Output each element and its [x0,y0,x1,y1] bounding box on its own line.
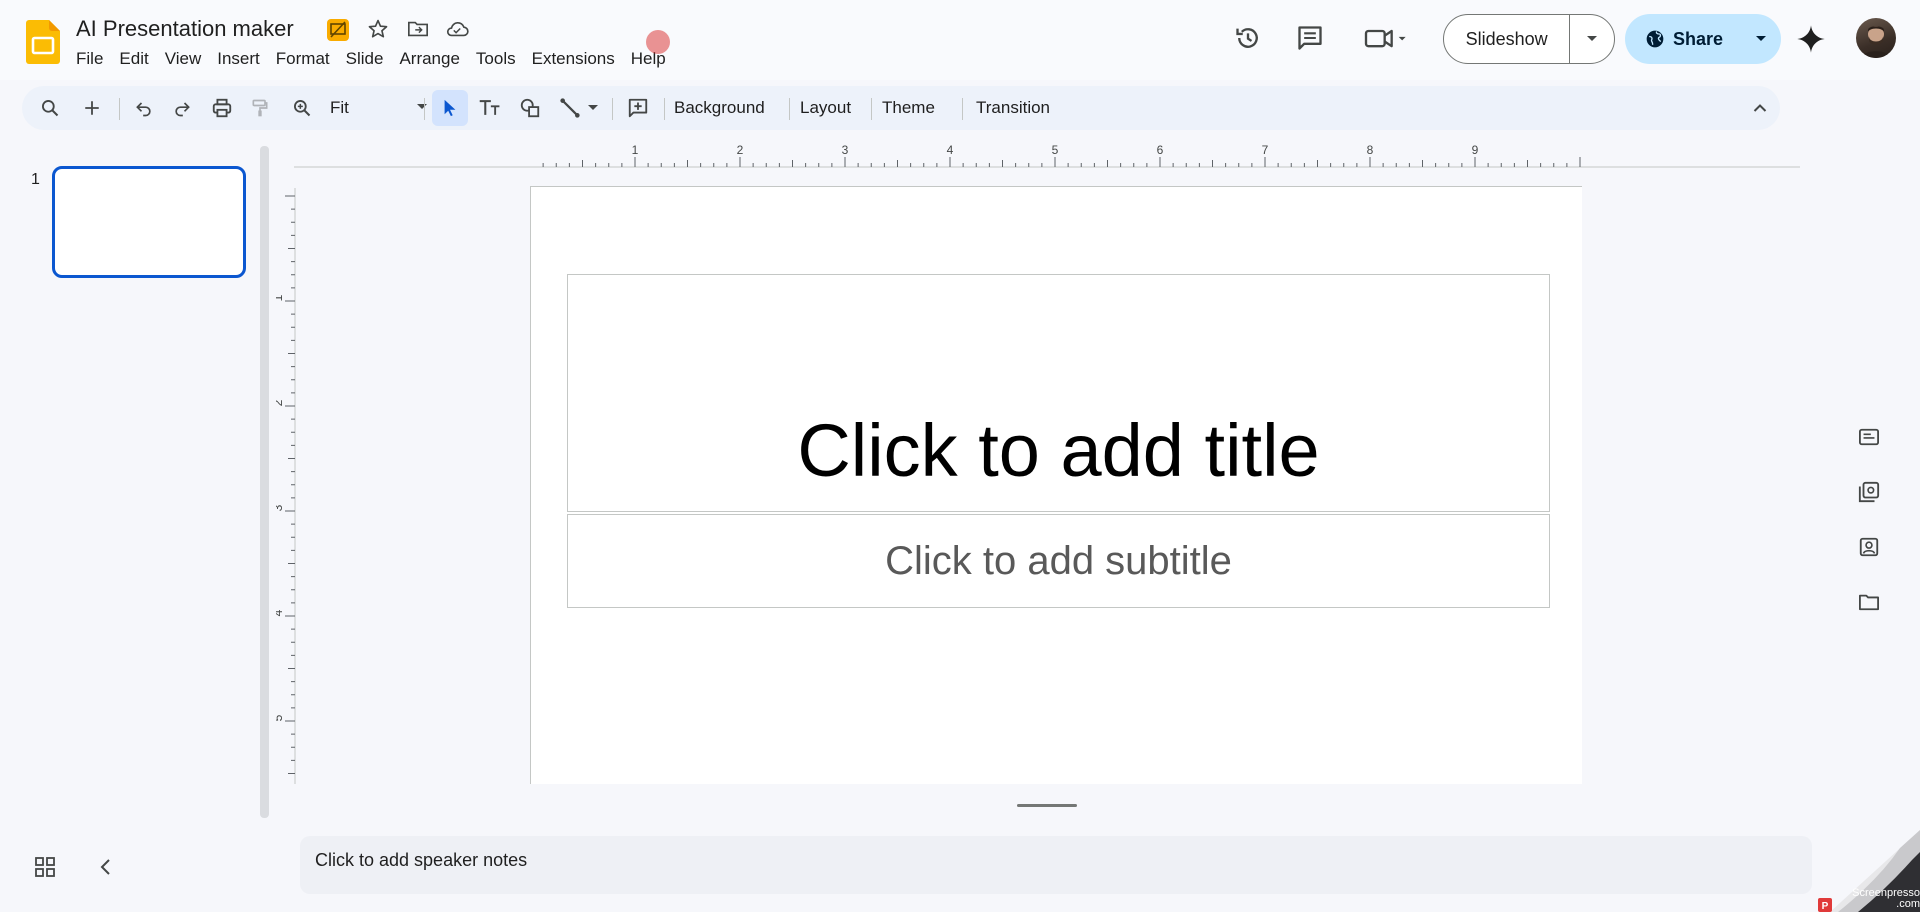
watermark-text: Screenpresso .com [1852,887,1920,910]
slideshow-dropdown-icon[interactable] [1570,15,1614,63]
line-dropdown-icon[interactable] [584,86,602,130]
zoom-icon[interactable] [284,86,320,130]
ruler-label: 6 [1157,143,1164,157]
ruler-label: 1 [632,143,639,157]
svg-text:P: P [1822,901,1829,912]
slideshow-split-button: Slideshow [1443,14,1615,64]
zoom-dropdown-icon [417,104,427,109]
main-toolbar: Fit Background Layout Theme Transition [22,86,1780,130]
collapse-toolbar-icon[interactable] [1742,86,1778,130]
menu-tools[interactable]: Tools [468,47,524,71]
menu-file[interactable]: File [76,47,111,71]
toolbar-divider [871,98,872,120]
move-folder-icon[interactable] [405,16,431,42]
print-icon[interactable] [204,86,240,130]
share-label: Share [1672,28,1724,49]
document-title[interactable]: AI Presentation maker [76,16,294,42]
zoom-value: Fit [330,98,349,117]
ruler-label: 9 [1472,143,1479,157]
ruler-label: 3 [276,504,285,511]
theme-label: Theme [882,98,935,117]
toolbar-divider [612,98,613,120]
globe-icon [1646,30,1664,48]
vertical-ruler: 1 2 3 4 5 [276,188,296,784]
ruler-label: 7 [1262,143,1269,157]
ruler-label: 2 [737,143,744,157]
ruler-label: 5 [1052,143,1059,157]
grid-view-icon[interactable] [34,856,56,883]
ruler-label: 4 [276,609,285,616]
layout-label: Layout [800,98,852,117]
shape-icon[interactable] [512,86,548,130]
line-icon[interactable] [552,86,588,130]
toolbar-divider [664,98,665,120]
zoom-select[interactable]: Fit [322,86,434,130]
share-dropdown-icon[interactable] [1743,14,1779,64]
toolbar-divider [962,98,963,120]
slides-logo-icon[interactable] [26,20,60,64]
undo-icon[interactable] [126,86,162,130]
menu-arrange[interactable]: Arrange [391,47,467,71]
notes-resize-handle[interactable] [1017,804,1077,807]
menu-insert[interactable]: Insert [209,47,268,71]
slide-number: 1 [31,171,40,188]
search-menus-icon[interactable] [32,86,68,130]
ruler-label: 1 [276,294,285,301]
title-placeholder[interactable]: Click to add title [567,274,1550,512]
ruler-label: 4 [947,143,954,157]
menu-view[interactable]: View [157,47,210,71]
collapse-filmstrip-icon[interactable] [96,856,116,883]
share-split-button: Share [1625,14,1781,64]
horizontal-ruler: 1 2 3 4 5 6 7 8 9 [294,143,1800,168]
mouse-cursor-highlight [646,30,670,54]
contacts-icon[interactable] [1856,534,1882,560]
subtitle-placeholder-text: Click to add subtitle [885,538,1232,583]
comments-icon[interactable] [1292,20,1328,56]
toolbar-divider [119,98,120,120]
speaker-notes-placeholder: Click to add speaker notes [315,850,528,870]
redo-icon[interactable] [164,86,200,130]
keep-icon[interactable] [1856,424,1882,450]
toolbar-divider [424,98,425,120]
subtitle-placeholder[interactable]: Click to add subtitle [567,514,1550,608]
drive-folder-icon[interactable] [1856,589,1882,615]
cloud-saved-icon[interactable] [444,16,470,42]
background-button[interactable]: Background [666,86,773,130]
presenter-mode-icon[interactable] [325,17,351,43]
slideshow-button[interactable]: Slideshow [1444,15,1571,63]
slide-thumbnail[interactable] [52,166,246,278]
toolbar-divider [789,98,790,120]
tasks-icon[interactable] [1856,479,1882,505]
select-arrow-icon[interactable] [432,86,468,130]
screenpresso-watermark: P Screenpresso .com [1780,820,1920,912]
filmstrip-scrollbar[interactable] [260,146,269,818]
share-button[interactable]: Share [1625,14,1743,64]
background-label: Background [674,98,765,117]
menu-slide[interactable]: Slide [338,47,392,71]
add-comment-icon[interactable] [620,86,656,130]
version-history-icon[interactable] [1230,20,1266,56]
text-box-icon[interactable] [472,86,508,130]
star-icon[interactable] [365,16,391,42]
paint-format-icon[interactable] [242,86,278,130]
transition-button[interactable]: Transition [968,86,1058,130]
meet-call-icon[interactable] [1362,20,1412,56]
gemini-sparkle-icon[interactable] [1796,24,1826,59]
ruler-label: 2 [276,399,285,406]
ruler-label: 5 [276,714,285,721]
ruler-label: 3 [842,143,849,157]
menu-format[interactable]: Format [268,47,338,71]
theme-button[interactable]: Theme [874,86,943,130]
menu-bar: File Edit View Insert Format Slide Arran… [76,47,674,71]
account-avatar[interactable] [1856,18,1896,58]
ruler-label: 8 [1367,143,1374,157]
menu-edit[interactable]: Edit [111,47,156,71]
layout-button[interactable]: Layout [792,86,859,130]
transition-label: Transition [976,98,1051,117]
new-slide-icon[interactable] [74,86,110,130]
menu-extensions[interactable]: Extensions [524,47,623,71]
title-placeholder-text: Click to add title [797,409,1320,492]
